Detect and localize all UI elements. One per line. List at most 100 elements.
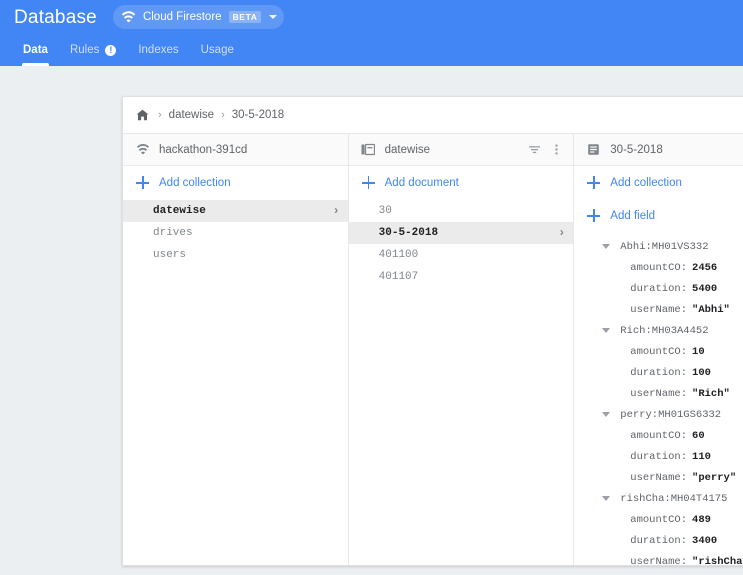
tab-indexes[interactable]: Indexes: [127, 34, 189, 66]
more-vert-icon[interactable]: [548, 141, 565, 158]
firestore-icon: [135, 142, 150, 157]
field-colon: :: [680, 345, 688, 358]
field-row[interactable]: userName: "perry": [574, 467, 743, 488]
collection-name: users: [153, 249, 187, 261]
breadcrumb-item-collection[interactable]: datewise: [169, 109, 214, 121]
caret-down-icon[interactable]: [602, 244, 611, 249]
list-item[interactable]: 401100: [349, 244, 574, 266]
pane-project-header: hackathon-391cd: [123, 134, 348, 166]
tab-indexes-label: Indexes: [138, 44, 179, 56]
list-item[interactable]: datewise ›: [123, 200, 348, 222]
field-group-header[interactable]: perry:MH01GS6332: [574, 404, 743, 425]
collection-name: drives: [153, 227, 193, 239]
filter-icon[interactable]: [526, 141, 543, 158]
field-colon: :: [680, 282, 688, 295]
field-value: "Rich": [692, 387, 730, 400]
field-value: "perry": [692, 471, 737, 484]
pane-collection-header: datewise: [348, 134, 574, 166]
tab-data[interactable]: Data: [12, 34, 59, 66]
document-id: 401107: [378, 271, 419, 283]
caret-down-icon[interactable]: [602, 412, 611, 417]
field-group: Abhi:MH01VS332 amountCO:2456 duration:54…: [574, 236, 743, 320]
list-item[interactable]: users: [123, 244, 348, 266]
field-row[interactable]: duration:3400: [574, 530, 743, 551]
plus-icon: [361, 176, 375, 189]
field-value: 110: [692, 450, 711, 463]
document-id: 401100: [378, 249, 419, 261]
field-name: amountCO: [630, 429, 681, 442]
field-row[interactable]: amountCO:2456: [574, 257, 743, 278]
field-name: duration: [630, 450, 681, 463]
field-colon: :: [680, 261, 688, 274]
add-document-button[interactable]: Add document: [349, 166, 574, 199]
field-name: amountCO: [630, 345, 681, 358]
chevron-right-icon: ›: [332, 204, 340, 218]
three-pane-browser: hackathon-391cd Add collection datewise …: [123, 134, 743, 566]
breadcrumb-item-document[interactable]: 30-5-2018: [232, 109, 284, 121]
field-colon: :: [680, 513, 688, 526]
add-document-label: Add document: [384, 176, 459, 189]
list-item[interactable]: 401107: [349, 266, 574, 288]
tab-rules[interactable]: Rules !: [59, 34, 127, 66]
field-value: 10: [692, 345, 705, 358]
field-row[interactable]: userName: "Abhi": [574, 299, 743, 320]
field-row[interactable]: amountCO:60: [574, 425, 743, 446]
beta-badge: BETA: [228, 11, 262, 23]
breadcrumb-separator-2: ›: [221, 109, 225, 121]
field-group-key: rishCha:MH04T4175: [620, 492, 728, 505]
field-row[interactable]: duration:5400: [574, 278, 743, 299]
collection-name: datewise: [153, 205, 206, 217]
field-value: 489: [692, 513, 711, 526]
field-name: duration: [630, 282, 681, 295]
field-group-key: Abhi:MH01VS332: [620, 240, 709, 253]
caret-down-icon[interactable]: [602, 496, 611, 501]
add-subcollection-button[interactable]: Add collection: [574, 166, 743, 199]
breadcrumb: › datewise › 30-5-2018: [123, 97, 743, 134]
field-name: amountCO: [630, 261, 681, 274]
field-colon: :: [680, 471, 688, 484]
list-item[interactable]: 30: [349, 200, 574, 222]
product-name-label: Cloud Firestore: [142, 11, 222, 23]
field-row[interactable]: amountCO:10: [574, 341, 743, 362]
field-name: amountCO: [630, 513, 681, 526]
list-item[interactable]: 30-5-2018 ›: [348, 222, 574, 244]
field-group-header[interactable]: rishCha:MH04T4175: [574, 488, 743, 509]
list-item[interactable]: drives: [123, 222, 348, 244]
tab-usage-label: Usage: [200, 44, 234, 56]
add-field-button[interactable]: Add field: [574, 199, 743, 232]
field-row[interactable]: userName: "rishCha": [574, 551, 743, 566]
tab-data-label: Data: [23, 44, 48, 56]
field-name: duration: [630, 534, 681, 547]
field-row[interactable]: amountCO:489: [574, 509, 743, 530]
caret-down-icon[interactable]: [602, 328, 611, 333]
add-collection-label: Add collection: [159, 176, 231, 189]
project-id-label: hackathon-391cd: [159, 143, 248, 156]
breadcrumb-separator-1: ›: [158, 109, 162, 121]
pane-project-root: hackathon-391cd Add collection datewise …: [123, 134, 349, 565]
field-name: duration: [630, 366, 681, 379]
firestore-icon: [121, 10, 136, 24]
field-name: userName: [630, 555, 681, 566]
database-browser-card: › datewise › 30-5-2018 hackathon-391cd A…: [122, 96, 743, 566]
product-selector-chip[interactable]: Cloud Firestore BETA: [112, 5, 285, 29]
field-row[interactable]: duration:110: [574, 446, 743, 467]
header-title-row: Database Cloud Firestore BETA: [0, 0, 743, 34]
plus-icon: [136, 176, 149, 189]
document-icon: [586, 142, 601, 157]
tab-rules-label: Rules: [69, 44, 100, 56]
field-row[interactable]: userName: "Rich": [574, 383, 743, 404]
home-icon[interactable]: [136, 109, 149, 121]
collection-icon: [361, 142, 376, 157]
field-group-header[interactable]: Abhi:MH01VS332: [574, 236, 743, 257]
add-collection-button[interactable]: Add collection: [123, 166, 348, 199]
tab-usage[interactable]: Usage: [190, 34, 245, 66]
field-group-key: perry:MH01GS6332: [620, 408, 722, 421]
field-group-header[interactable]: Rich:MH03A4452: [574, 320, 743, 341]
field-colon: :: [680, 303, 688, 316]
field-value: "rishCha": [692, 555, 743, 566]
document-field-tree: Abhi:MH01VS332 amountCO:2456 duration:54…: [574, 232, 743, 566]
field-name: userName: [630, 471, 681, 484]
pane-document: 30-5-2018 Add collection Add field Abhi:…: [574, 134, 743, 566]
add-subcollection-label: Add collection: [610, 176, 682, 189]
field-row[interactable]: duration:100: [574, 362, 743, 383]
